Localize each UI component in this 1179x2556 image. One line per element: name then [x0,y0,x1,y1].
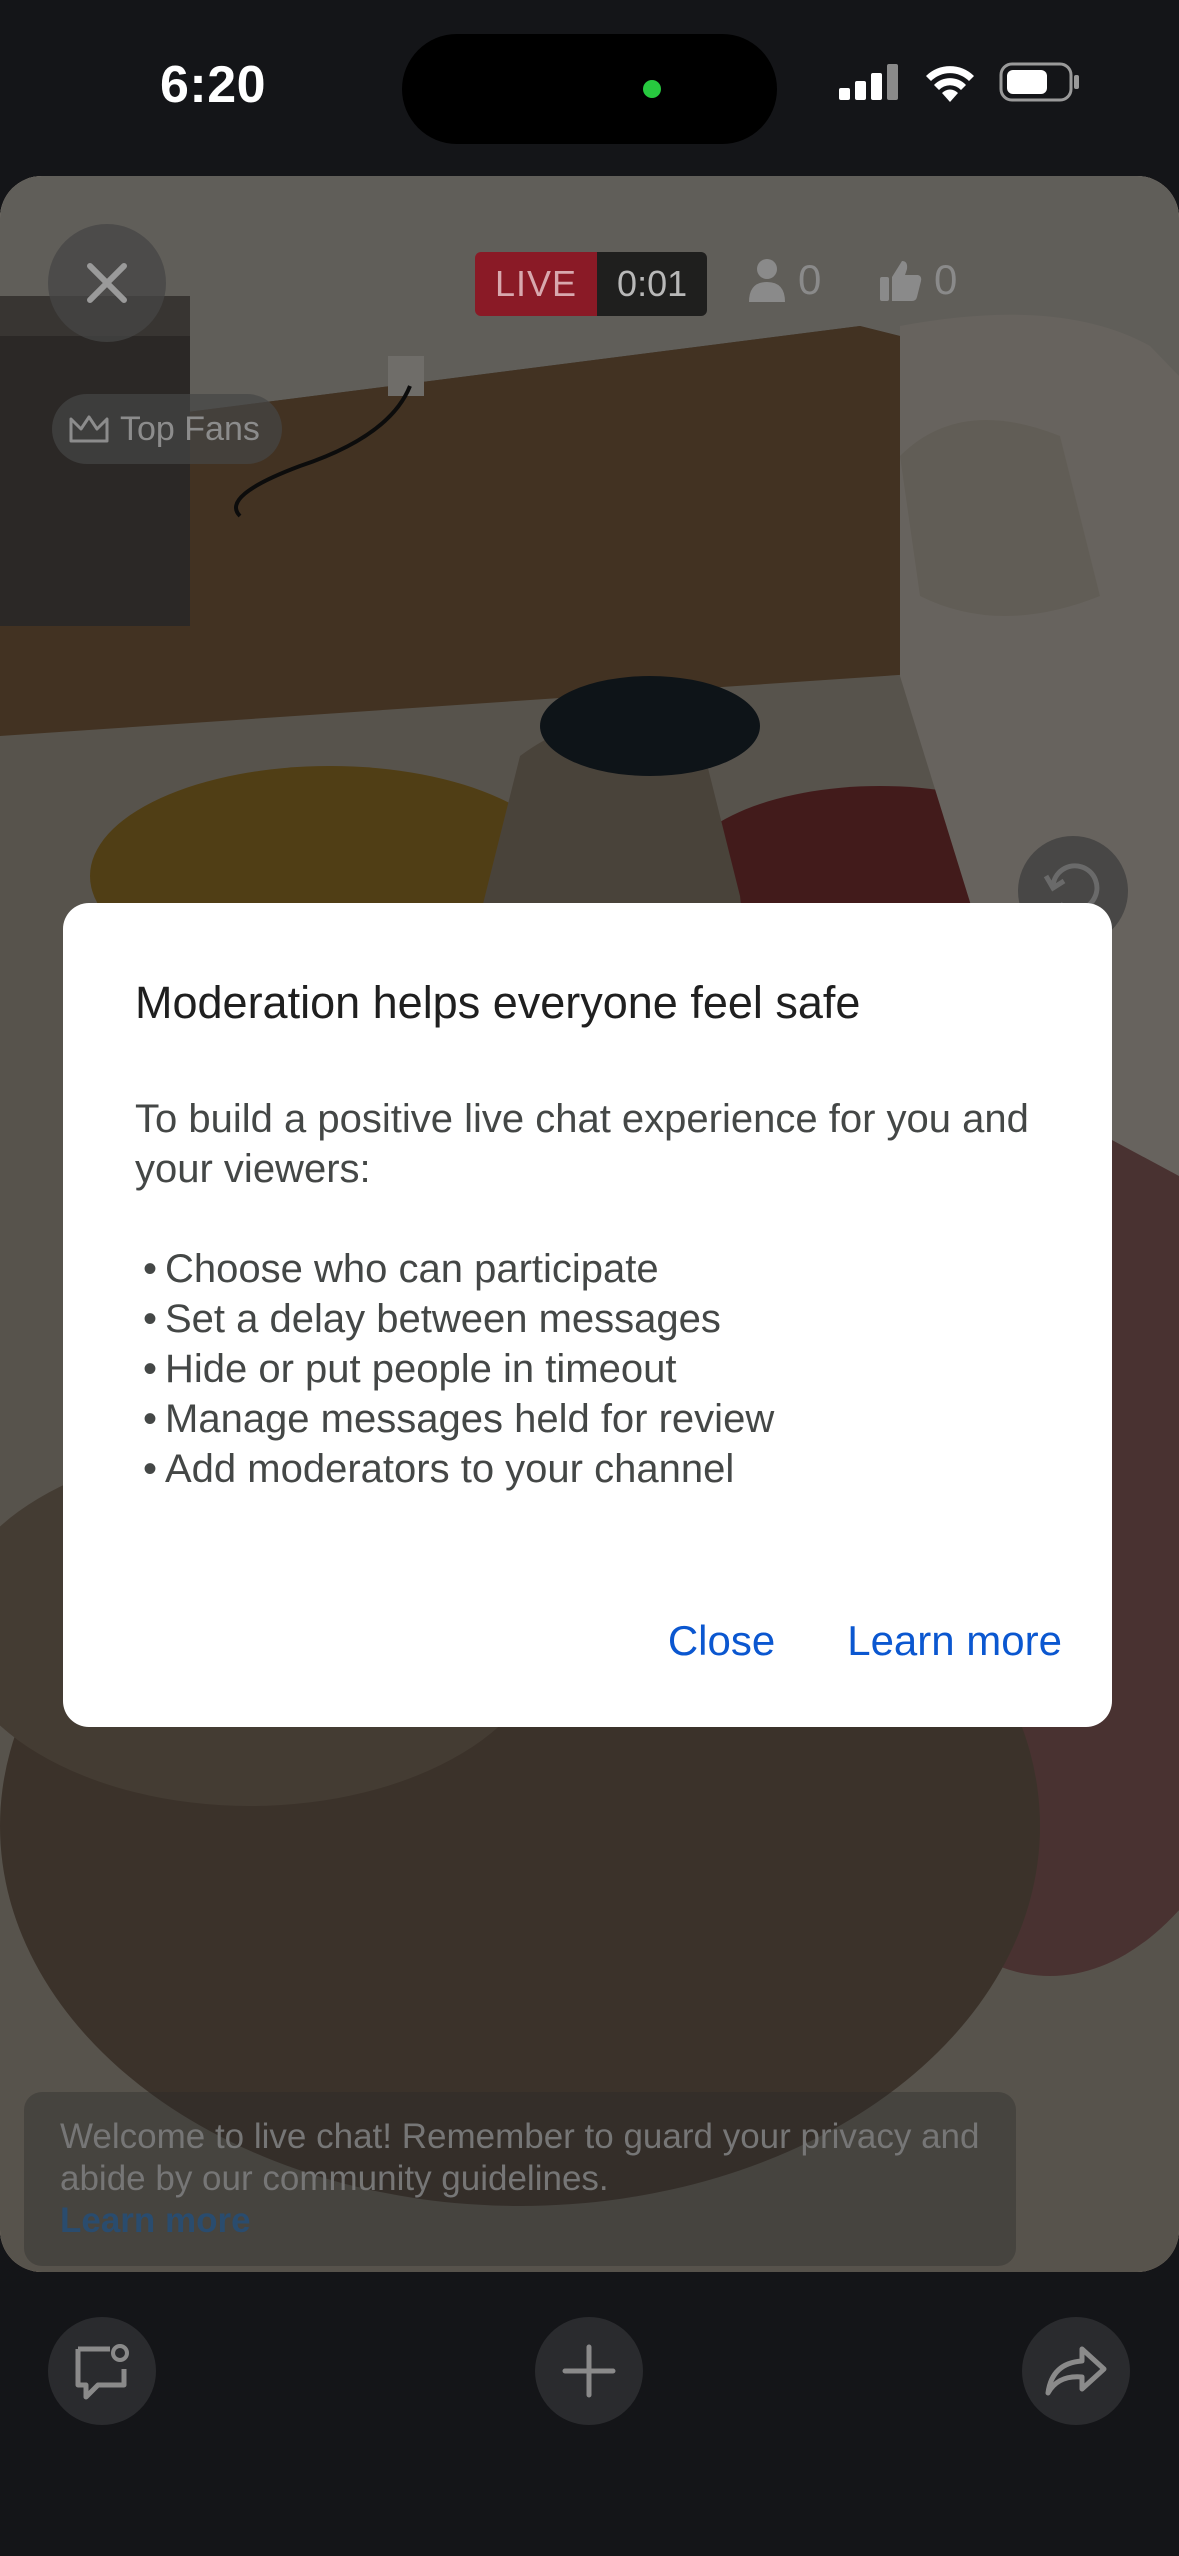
status-time: 6:20 [160,56,267,114]
top-fans-button[interactable]: Top Fans [52,394,282,464]
chat-settings-icon [75,2344,129,2400]
like-count-value: 0 [934,256,958,303]
learn-more-button[interactable]: Learn more [847,1617,1062,1665]
person-icon [749,259,785,302]
like-count: 0 [880,256,957,304]
close-icon [87,263,127,303]
list-item: Add moderators to your channel [135,1444,1055,1494]
live-badge: LIVE 0:01 [475,252,708,316]
list-item: Manage messages held for review [135,1394,1055,1444]
dialog-body: To build a positive live chat experience… [135,1094,1055,1494]
thumbs-up-icon [880,261,922,301]
dialog-actions: Close Learn more [668,1617,1062,1665]
live-stream-screen: 6:20 LIVE 0:01 0 0 Top Fans Welcome to l… [0,0,1179,2556]
viewer-count: 0 [748,256,821,304]
plus-icon [562,2344,616,2398]
wifi-icon [926,66,974,102]
moderation-dialog: Moderation helps everyone feel safe To b… [63,903,1112,1727]
cellular-signal-icon [839,64,898,100]
viewer-count-value: 0 [798,256,822,303]
close-button[interactable]: Close [668,1617,775,1665]
elapsed-time: 0:01 [597,252,708,316]
close-stream-button[interactable] [48,224,166,342]
chat-welcome-text: Welcome to live chat! Remember to guard … [60,2117,980,2198]
list-item: Hide or put people in timeout [135,1344,1055,1394]
battery-icon [999,62,1079,102]
top-fans-label: Top Fans [120,409,260,448]
share-icon [1045,2346,1107,2396]
dynamic-island [402,34,777,144]
add-button[interactable] [535,2317,643,2425]
chat-settings-button[interactable] [48,2317,156,2425]
chat-welcome-notice: Welcome to live chat! Remember to guard … [24,2092,1016,2266]
dialog-title: Moderation helps everyone feel safe [135,977,861,1028]
camera-indicator-dot [643,80,661,98]
chat-learn-more-link[interactable]: Learn more [60,2200,980,2242]
list-item: Set a delay between messages [135,1294,1055,1344]
dialog-intro: To build a positive live chat experience… [135,1097,1029,1191]
crown-icon [69,415,109,443]
moderation-feature-list: Choose who can participate Set a delay b… [135,1244,1055,1494]
share-button[interactable] [1022,2317,1130,2425]
live-label: LIVE [475,252,598,316]
list-item: Choose who can participate [135,1244,1055,1294]
status-icons [839,62,1081,102]
